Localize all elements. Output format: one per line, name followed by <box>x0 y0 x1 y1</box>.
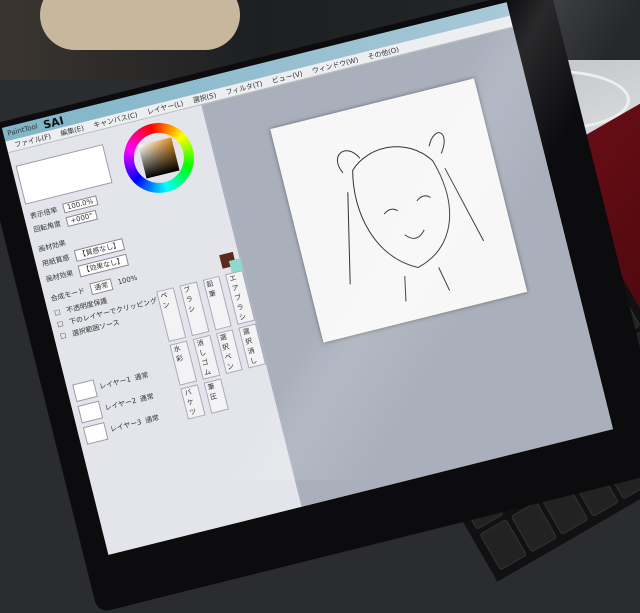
blend-select[interactable]: 通常 <box>89 278 114 296</box>
tool-watercolor[interactable]: 水彩 <box>169 340 197 386</box>
layer-list: レイヤー1 通常 レイヤー2 通常 レイヤー3 通常 <box>72 366 161 445</box>
rotate-label: 回転角度 <box>32 219 62 235</box>
layer-name: レイヤー2 <box>103 396 138 413</box>
layer-thumbnail <box>77 400 104 424</box>
layer-mode: 通常 <box>139 392 155 404</box>
rotate-slider[interactable]: +000° <box>65 209 98 227</box>
layer-mode: 通常 <box>133 371 150 383</box>
drawing-canvas[interactable] <box>270 78 528 343</box>
tool-eraser[interactable]: 消しゴム <box>192 334 220 380</box>
layer-thumbnail <box>82 422 109 445</box>
sketch-drawing <box>337 132 485 302</box>
opacity-value[interactable]: 100% <box>117 274 138 287</box>
tool-pressure[interactable]: 筆圧 <box>203 378 229 414</box>
navigator-preview[interactable] <box>15 144 113 205</box>
person-clothing <box>40 0 240 50</box>
layer-mode: 通常 <box>144 413 160 425</box>
paper-label: 用紙質感 <box>41 253 71 269</box>
tool-bucket[interactable]: バケツ <box>180 384 206 420</box>
tool-select-pen[interactable]: 選択ペン <box>215 329 243 375</box>
layer-thumbnail <box>72 379 98 403</box>
layer-name: レイヤー1 <box>98 375 132 391</box>
effect2-label: 画材効果 <box>45 269 75 284</box>
layer-name: レイヤー3 <box>109 418 143 434</box>
